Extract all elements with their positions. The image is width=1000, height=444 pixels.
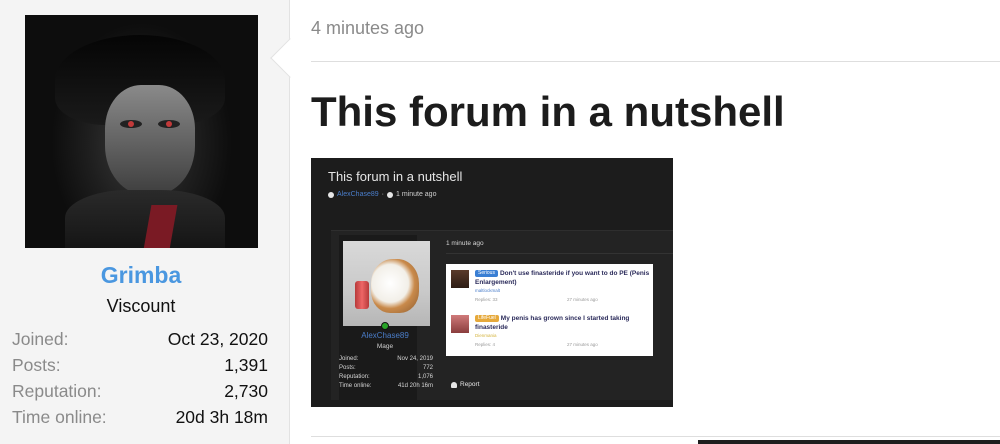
- thread-ago: 27 minutes ago: [567, 342, 598, 347]
- embedded-thread: Serious Don't use finasteride if you want…: [451, 267, 651, 309]
- embedded-author: AlexChase89: [337, 191, 379, 198]
- meta-separator: ·: [381, 191, 384, 198]
- user-title: Viscount: [106, 296, 176, 316]
- embedded-stat: Posts: 772: [339, 365, 433, 371]
- thread-replies: Replies: 33: [475, 297, 498, 302]
- serious-badge: Serious: [475, 270, 498, 277]
- next-post-edge: [698, 440, 1000, 444]
- embedded-stats: Joined: Nov 24, 2019 Posts: 772 Reputation…: [339, 355, 433, 391]
- user-stats: Joined: Oct 23, 2020 Posts: 1,391 Reputa…: [12, 326, 268, 430]
- post-footer-divider: [311, 436, 1000, 437]
- post-title: This forum in a nutshell: [311, 88, 785, 135]
- user-icon: [328, 191, 334, 198]
- embedded-stat: Reputation: 1,076: [339, 374, 433, 380]
- embedded-meta: AlexChase89 · 1 minute ago: [328, 191, 436, 198]
- user-sidebar: Grimba Viscount Joined: Oct 23, 2020 Pos…: [0, 0, 290, 444]
- thread-avatar: [451, 315, 469, 333]
- lifefuel-badge: LifeFuel: [475, 315, 499, 322]
- embedded-rank: Mage: [376, 343, 394, 350]
- bell-icon: [451, 381, 457, 388]
- thread-ago: 27 minutes ago: [567, 297, 598, 302]
- stat-time-online: Time online: 20d 3h 18m: [12, 404, 268, 430]
- embedded-thread-card: Serious Don't use finasteride if you want…: [446, 264, 653, 356]
- embedded-stat: Time online: 41d 20h 16m: [339, 383, 433, 389]
- post-divider: [311, 61, 1000, 62]
- embedded-title: This forum in a nutshell: [328, 169, 463, 184]
- stat-label: Time online:: [12, 406, 107, 427]
- post-time[interactable]: 4 minutes ago: [311, 18, 424, 39]
- clock-icon: [386, 191, 393, 198]
- online-indicator-icon: [381, 322, 389, 330]
- thread-title: LifeFuel My penis has grown since I start…: [475, 315, 630, 331]
- post-image[interactable]: This forum in a nutshell AlexChase89 · 1…: [311, 158, 673, 407]
- embedded-time: 1 minute ago: [395, 191, 437, 198]
- username-link[interactable]: Grimba: [0, 262, 282, 289]
- thread-avatar: [451, 270, 469, 288]
- embedded-avatar: [343, 241, 430, 326]
- embedded-username: AlexChase89: [361, 331, 409, 340]
- thread-author: Dienmania: [475, 333, 497, 338]
- stat-label: Reputation:: [12, 380, 102, 401]
- thread-title: Serious Don't use finasteride if you want…: [475, 270, 650, 286]
- stat-value: 20d 3h 18m: [175, 406, 268, 427]
- embedded-stat: Joined: Nov 24, 2019: [339, 356, 433, 362]
- user-avatar[interactable]: [25, 15, 258, 248]
- thread-author: maltlockmalt: [475, 288, 501, 293]
- stat-reputation: Reputation: 2,730: [12, 378, 268, 404]
- stat-label: Posts:: [12, 354, 61, 375]
- stat-posts: Posts: 1,391: [12, 352, 268, 378]
- stat-label: Joined:: [12, 328, 69, 349]
- thread-replies: Replies: 4: [475, 342, 496, 347]
- stat-value: Oct 23, 2020: [167, 328, 268, 349]
- embedded-thread: LifeFuel My penis has grown since I start…: [451, 312, 651, 354]
- embedded-report: Report: [451, 381, 480, 388]
- stat-value: 2,730: [224, 380, 268, 401]
- embedded-post-time: 1 minute ago: [446, 240, 484, 247]
- stat-joined: Joined: Oct 23, 2020: [12, 326, 268, 352]
- embedded-divider: [446, 253, 673, 254]
- stat-value: 1,391: [224, 354, 268, 375]
